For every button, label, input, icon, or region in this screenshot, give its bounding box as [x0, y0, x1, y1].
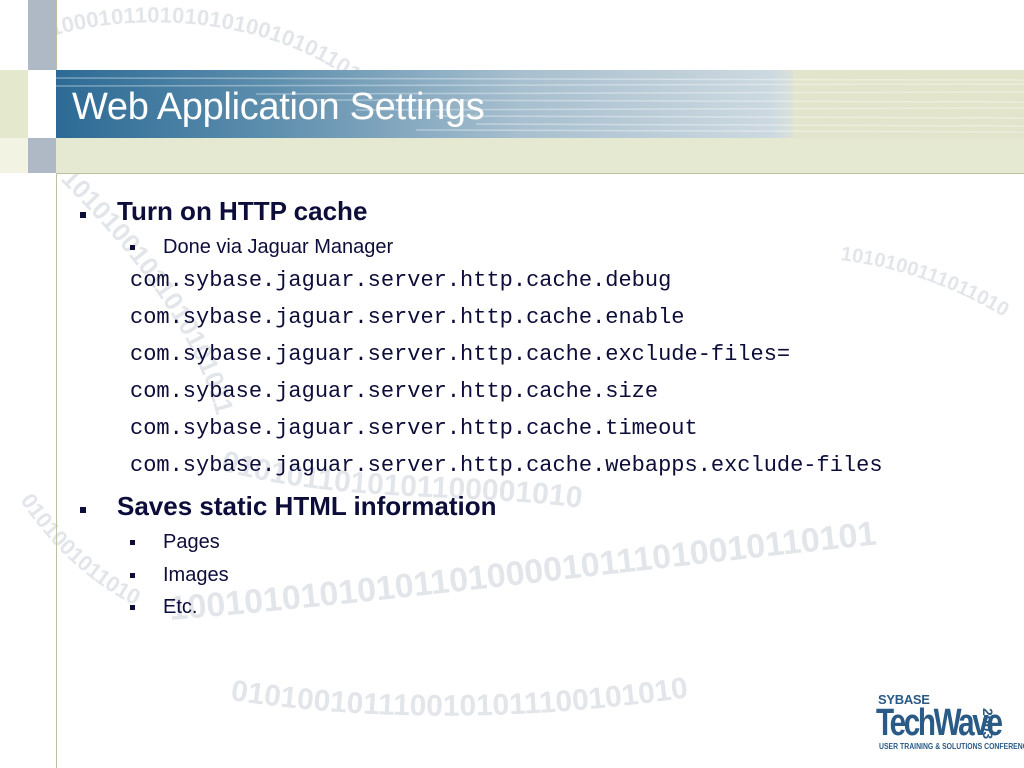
- code-line-webapps-exclude-files: com.sybase.jaguar.server.http.cache.weba…: [130, 453, 883, 478]
- code-line-enable: com.sybase.jaguar.server.http.cache.enab…: [130, 305, 685, 330]
- sub-bullet-marker: [130, 245, 135, 250]
- bullet-saves-static-html: Saves static HTML information: [117, 491, 497, 521]
- code-line-size: com.sybase.jaguar.server.http.cache.size: [130, 379, 659, 404]
- code-line-timeout: com.sybase.jaguar.server.http.cache.time…: [130, 416, 698, 441]
- sub-bullet-etc: Etc.: [163, 596, 198, 618]
- bullet-marker: [80, 212, 86, 218]
- sub-bullet-images: Images: [163, 564, 229, 586]
- logo-year: 2003: [980, 708, 996, 740]
- bullet-turn-on-http-cache: Turn on HTTP cache: [117, 196, 368, 226]
- slide-body: Turn on HTTP cache Done via Jaguar Manag…: [0, 0, 1024, 768]
- sub-bullet-marker: [130, 605, 135, 610]
- code-line-exclude-files: com.sybase.jaguar.server.http.cache.excl…: [130, 342, 791, 367]
- logo-tagline: USER TRAINING & SOLUTIONS CONFERENCE: [879, 742, 1024, 751]
- sub-bullet-jaguar-manager: Done via Jaguar Manager: [163, 236, 394, 258]
- bullet-marker: [80, 507, 86, 513]
- code-line-debug: com.sybase.jaguar.server.http.cache.debu…: [130, 268, 672, 293]
- slide: 0100010110101010100101011010 10101001011…: [0, 0, 1024, 768]
- sub-bullet-pages: Pages: [163, 531, 220, 553]
- sub-bullet-marker: [130, 573, 135, 578]
- sub-bullet-marker: [130, 540, 135, 545]
